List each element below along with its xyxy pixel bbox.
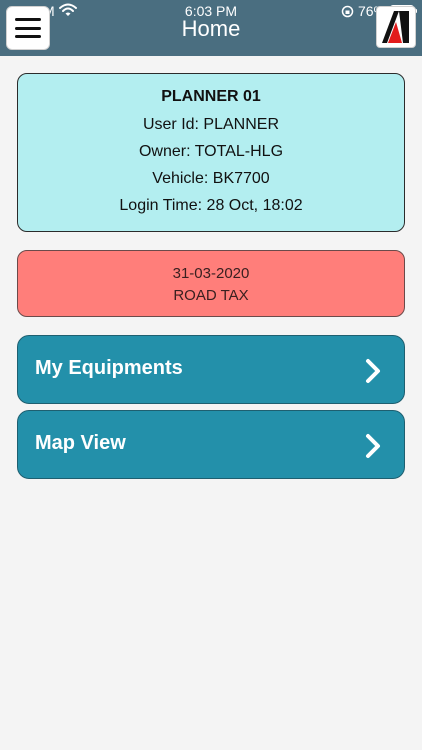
- page-title: Home: [181, 16, 241, 41]
- app-logo-icon: [382, 11, 409, 43]
- app-logo[interactable]: [376, 6, 416, 48]
- user-id: User Id: PLANNER: [142, 116, 280, 133]
- alert-label: ROAD TAX: [173, 287, 249, 304]
- alert-date: 31-03-2020: [172, 265, 250, 282]
- map-view-label: Map View: [35, 432, 126, 454]
- login-time: Login Time: 28 Oct, 18:02: [119, 197, 303, 214]
- owner: Owner: TOTAL-HLG: [138, 143, 284, 160]
- app-header: No SIM 6:03 PM 76% Home: [0, 0, 422, 56]
- chevron-right-icon: [366, 359, 380, 383]
- my-equipments-button[interactable]: My Equipments: [17, 335, 405, 404]
- road-tax-alert[interactable]: 31-03-2020 ROAD TAX: [17, 250, 405, 317]
- my-equipments-label: My Equipments: [35, 357, 183, 379]
- vehicle: Vehicle: BK7700: [152, 170, 270, 187]
- map-view-button[interactable]: Map View: [17, 410, 405, 479]
- user-name: PLANNER 01: [161, 88, 261, 105]
- chevron-right-icon: [366, 434, 380, 458]
- user-info-card: PLANNER 01 User Id: PLANNER Owner: TOTAL…: [17, 73, 405, 232]
